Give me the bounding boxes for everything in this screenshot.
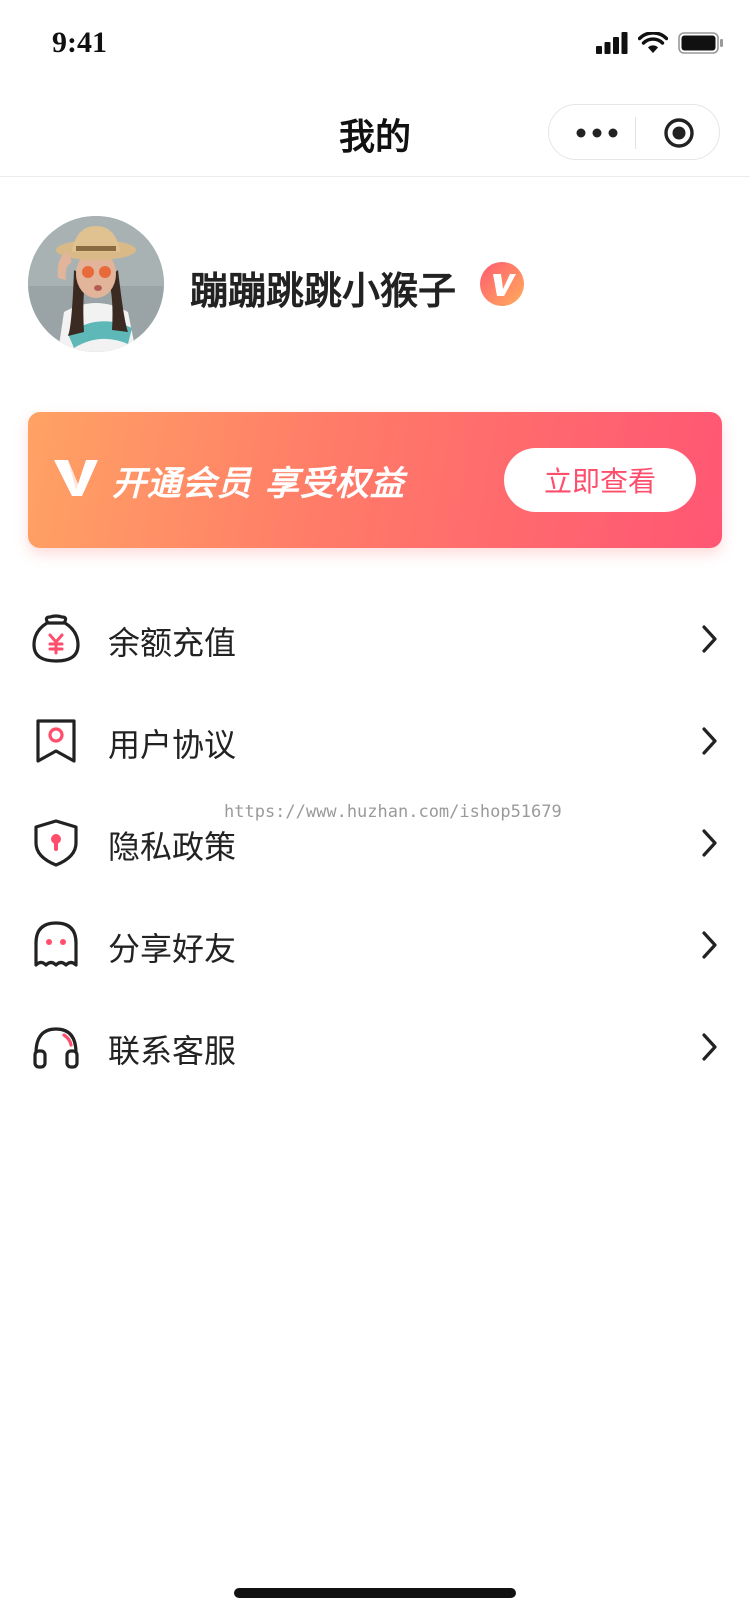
menu-item-label: 用户协议 (108, 726, 237, 764)
chevron-right-icon (702, 829, 717, 857)
chevron-right-icon (702, 727, 717, 755)
avatar-photo (28, 216, 164, 352)
home-indicator (234, 1588, 516, 1598)
nav-bar: 我的 (0, 90, 750, 177)
menu-item-share-friends[interactable]: 分享好友 (0, 894, 750, 996)
menu-item-label: 余额充值 (108, 624, 237, 662)
status-time: 9:41 (52, 26, 107, 59)
menu-item-label: 隐私政策 (108, 828, 237, 866)
vip-v-icon (480, 262, 524, 306)
wifi-icon (638, 32, 668, 53)
mini-program-capsule (548, 104, 720, 160)
menu-item-recharge[interactable]: 余额充值 (0, 588, 750, 690)
battery-icon (678, 32, 723, 54)
username: 蹦蹦跳跳小猴子 (190, 269, 457, 313)
capsule-divider (635, 117, 636, 149)
target-icon[interactable] (663, 117, 695, 149)
money-bag-icon (32, 614, 80, 663)
status-icons (596, 32, 724, 54)
shield-icon (34, 819, 78, 867)
menu-item-label: 联系客服 (108, 1032, 237, 1070)
chevron-right-icon (702, 625, 717, 653)
vip-logo-icon (54, 460, 98, 496)
avatar[interactable] (28, 216, 164, 352)
menu-list: 余额充值 用户协议 隐私政策 分享好友 联系客服 (0, 588, 750, 1098)
vip-banner[interactable]: 开通会员 享受权益 立即查看 (28, 412, 722, 548)
menu-item-customer-service[interactable]: 联系客服 (0, 996, 750, 1098)
bookmark-icon (36, 719, 76, 763)
menu-item-label: 分享好友 (108, 930, 237, 968)
more-icon[interactable] (575, 119, 619, 147)
watermark: https://www.huzhan.com/ishop51679 (224, 802, 562, 822)
signal-icon (596, 32, 628, 54)
menu-item-user-agreement[interactable]: 用户协议 (0, 690, 750, 792)
view-now-button[interactable]: 立即查看 (504, 448, 696, 512)
vip-banner-text: 开通会员 享受权益 (112, 464, 405, 504)
status-bar: 9:41 (0, 0, 750, 90)
headset-icon (33, 1027, 79, 1069)
chevron-right-icon (702, 931, 717, 959)
chevron-right-icon (702, 1033, 717, 1061)
ghost-icon (34, 921, 78, 967)
